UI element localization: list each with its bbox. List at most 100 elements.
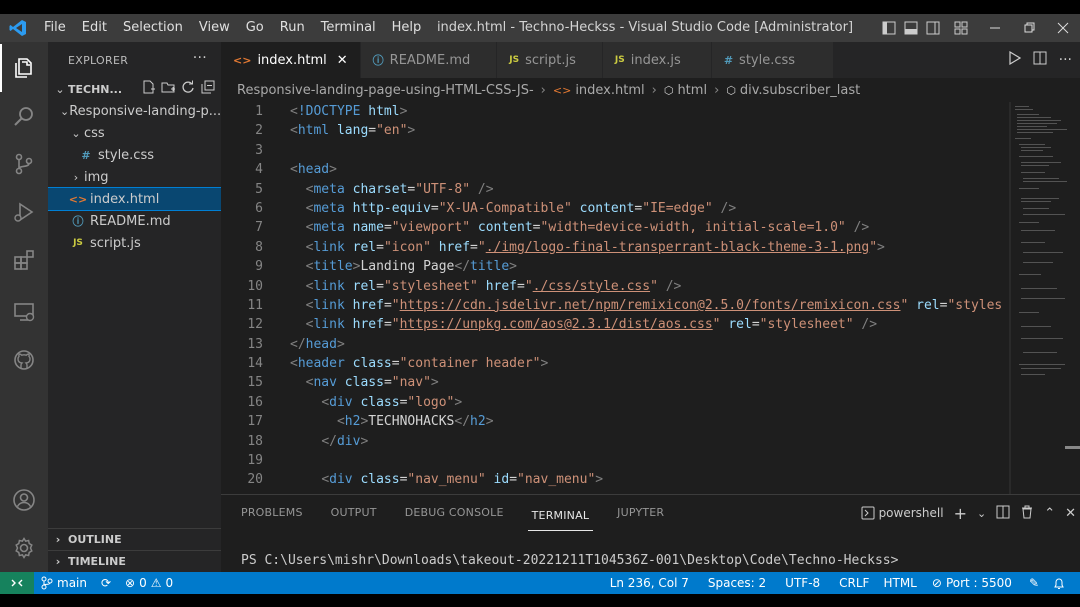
close-panel-icon[interactable]: ✕	[1065, 506, 1076, 521]
menu-terminal[interactable]: Terminal	[313, 14, 384, 42]
tree-item-css-folder[interactable]: ⌄ css	[48, 122, 221, 144]
editor-tabs: <> index.html ✕ ⓘ README.md JS script.js…	[221, 42, 1080, 78]
run-debug-icon[interactable]	[0, 188, 48, 236]
customize-layout-icon[interactable]	[950, 14, 972, 42]
accounts-icon[interactable]	[0, 476, 48, 524]
more-editor-actions-icon[interactable]: ···	[1059, 52, 1072, 68]
breadcrumb: Responsive-landing-page-using-HTML-CSS-J…	[221, 78, 1080, 102]
close-window-icon[interactable]	[1046, 14, 1080, 42]
panel-tab-output[interactable]: OUTPUT	[327, 495, 381, 531]
toggle-sidebar-icon[interactable]	[878, 14, 900, 42]
github-icon[interactable]	[0, 336, 48, 384]
timeline-section[interactable]: › TIMELINE	[48, 550, 221, 572]
code-editor[interactable]: 1 <!DOCTYPE html> 2 <html lang="en"> 3 4 <h…	[221, 102, 1001, 494]
tab-label: style.css	[739, 52, 796, 68]
line-ending[interactable]: CRLF	[839, 576, 869, 590]
tree-item-readme[interactable]: ⓘ README.md	[48, 210, 221, 232]
status-bar: main ⟳ ⊗ 0 ⚠ 0 Ln 236, Col 7 Spaces: 2 UTF…	[0, 572, 1080, 594]
remote-indicator-icon[interactable]	[0, 572, 34, 594]
language-mode[interactable]: HTML	[883, 576, 916, 590]
new-folder-icon[interactable]	[161, 80, 175, 98]
tree-item-style-css[interactable]: # style.css	[48, 144, 221, 166]
breadcrumb-file[interactable]: index.html	[575, 83, 644, 98]
timeline-label: TIMELINE	[68, 555, 126, 568]
minimap[interactable]	[1005, 102, 1080, 494]
line-number: 20	[247, 472, 263, 488]
indentation[interactable]: Spaces: 2	[708, 576, 766, 590]
vscode-logo-icon[interactable]	[0, 14, 36, 42]
tab-script-js[interactable]: JS script.js	[497, 42, 603, 78]
new-terminal-icon[interactable]: +	[954, 504, 967, 523]
workspace-root[interactable]: ⌄ TECHN...	[48, 78, 221, 100]
split-editor-icon[interactable]	[1033, 51, 1047, 69]
minimize-icon[interactable]	[978, 14, 1012, 42]
extensions-icon[interactable]	[0, 236, 48, 284]
code-text: <link rel="stylesheet" href="./css/style…	[305, 278, 682, 294]
problems-indicator[interactable]: ⊗ 0 ⚠ 0	[125, 576, 173, 590]
code-text: <meta name="viewport" content="width=dev…	[305, 220, 870, 236]
terminal-shell[interactable]: powershell	[861, 506, 944, 520]
restore-icon[interactable]	[1012, 14, 1046, 42]
menu-selection[interactable]: Selection	[115, 14, 191, 42]
outline-section[interactable]: › OUTLINE	[48, 528, 221, 550]
tab-label: script.js	[525, 52, 576, 68]
notifications-bell-icon[interactable]	[1053, 577, 1065, 590]
workspace-root-label: TECHN...	[68, 82, 123, 96]
live-server-port[interactable]: ⊘ Port : 5500	[932, 576, 1012, 590]
panel-tab-problems[interactable]: PROBLEMS	[237, 495, 307, 531]
menu-view[interactable]: View	[191, 14, 238, 42]
tab-index-js[interactable]: JS index.js	[602, 42, 712, 78]
new-file-icon[interactable]	[141, 80, 155, 98]
tree-item-script-js[interactable]: JS script.js	[48, 232, 221, 254]
toggle-panel-icon[interactable]	[900, 14, 922, 42]
explorer-icon[interactable]	[0, 44, 48, 92]
line-number: 1	[255, 104, 263, 119]
panel-tab-jupyter[interactable]: JUPYTER	[613, 495, 668, 531]
tab-style-css[interactable]: # style.css	[711, 42, 835, 78]
tab-readme[interactable]: ⓘ README.md	[360, 42, 498, 78]
chevron-right-icon: ›	[714, 82, 720, 98]
run-icon[interactable]	[1007, 50, 1021, 69]
breadcrumb-folder[interactable]: Responsive-landing-page-using-HTML-CSS-J…	[237, 83, 534, 98]
terminal-prompt[interactable]: PS C:\Users\mishr\Downloads\takeout-2022…	[241, 553, 898, 568]
trash-icon[interactable]	[1020, 505, 1034, 522]
code-text: <head>	[290, 162, 337, 178]
panel-tab-terminal[interactable]: TERMINAL	[527, 501, 594, 531]
source-control-icon[interactable]	[0, 140, 48, 188]
refresh-icon[interactable]	[181, 80, 195, 98]
menu-go[interactable]: Go	[238, 14, 272, 42]
panel-tab-debug-console[interactable]: DEBUG CONSOLE	[401, 495, 508, 531]
feedback-icon[interactable]: ✎	[1029, 576, 1039, 590]
project-folder[interactable]: ⌄ Responsive-landing-p...	[48, 100, 221, 122]
menu-help[interactable]: Help	[384, 14, 430, 42]
branch-indicator[interactable]: main	[41, 576, 87, 590]
sync-icon[interactable]: ⟳	[101, 576, 111, 590]
tree-item-img-folder[interactable]: › img	[48, 166, 221, 188]
menu-run[interactable]: Run	[272, 14, 313, 42]
tree-item-label: script.js	[90, 235, 141, 251]
menu-file[interactable]: File	[36, 14, 74, 42]
remote-explorer-icon[interactable]	[0, 288, 48, 336]
breadcrumb-html[interactable]: html	[677, 83, 707, 98]
close-tab-icon[interactable]: ✕	[337, 53, 348, 68]
tree-item-index-html[interactable]: <> index.html	[48, 187, 221, 211]
menu-edit[interactable]: Edit	[74, 14, 115, 42]
code-line: 2 <html lang="en">	[221, 121, 1001, 140]
code-text: <title>Landing Page</title>	[305, 259, 517, 275]
maximize-panel-icon[interactable]: ⌃	[1044, 506, 1055, 521]
code-text: <meta http-equiv="X-UA-Compatible" conte…	[305, 200, 737, 216]
search-icon[interactable]	[0, 92, 48, 140]
manage-gear-icon[interactable]	[0, 524, 48, 572]
cursor-position[interactable]: Ln 236, Col 7	[610, 576, 689, 590]
breadcrumb-element[interactable]: div.subscriber_last	[740, 83, 860, 98]
chevron-down-icon[interactable]: ⌄	[977, 507, 986, 520]
split-terminal-icon[interactable]	[996, 505, 1010, 522]
code-line: 1 <!DOCTYPE html>	[221, 102, 1001, 121]
encoding[interactable]: UTF-8	[785, 576, 820, 590]
tab-index-html[interactable]: <> index.html ✕	[221, 42, 361, 78]
chevron-right-icon: ›	[73, 170, 79, 184]
toggle-secondary-sidebar-icon[interactable]	[922, 14, 944, 42]
more-actions-icon[interactable]: ···	[193, 50, 207, 66]
collapse-all-icon[interactable]	[201, 80, 215, 98]
bottom-panel: PROBLEMS OUTPUT DEBUG CONSOLE TERMINAL J…	[221, 494, 1080, 572]
